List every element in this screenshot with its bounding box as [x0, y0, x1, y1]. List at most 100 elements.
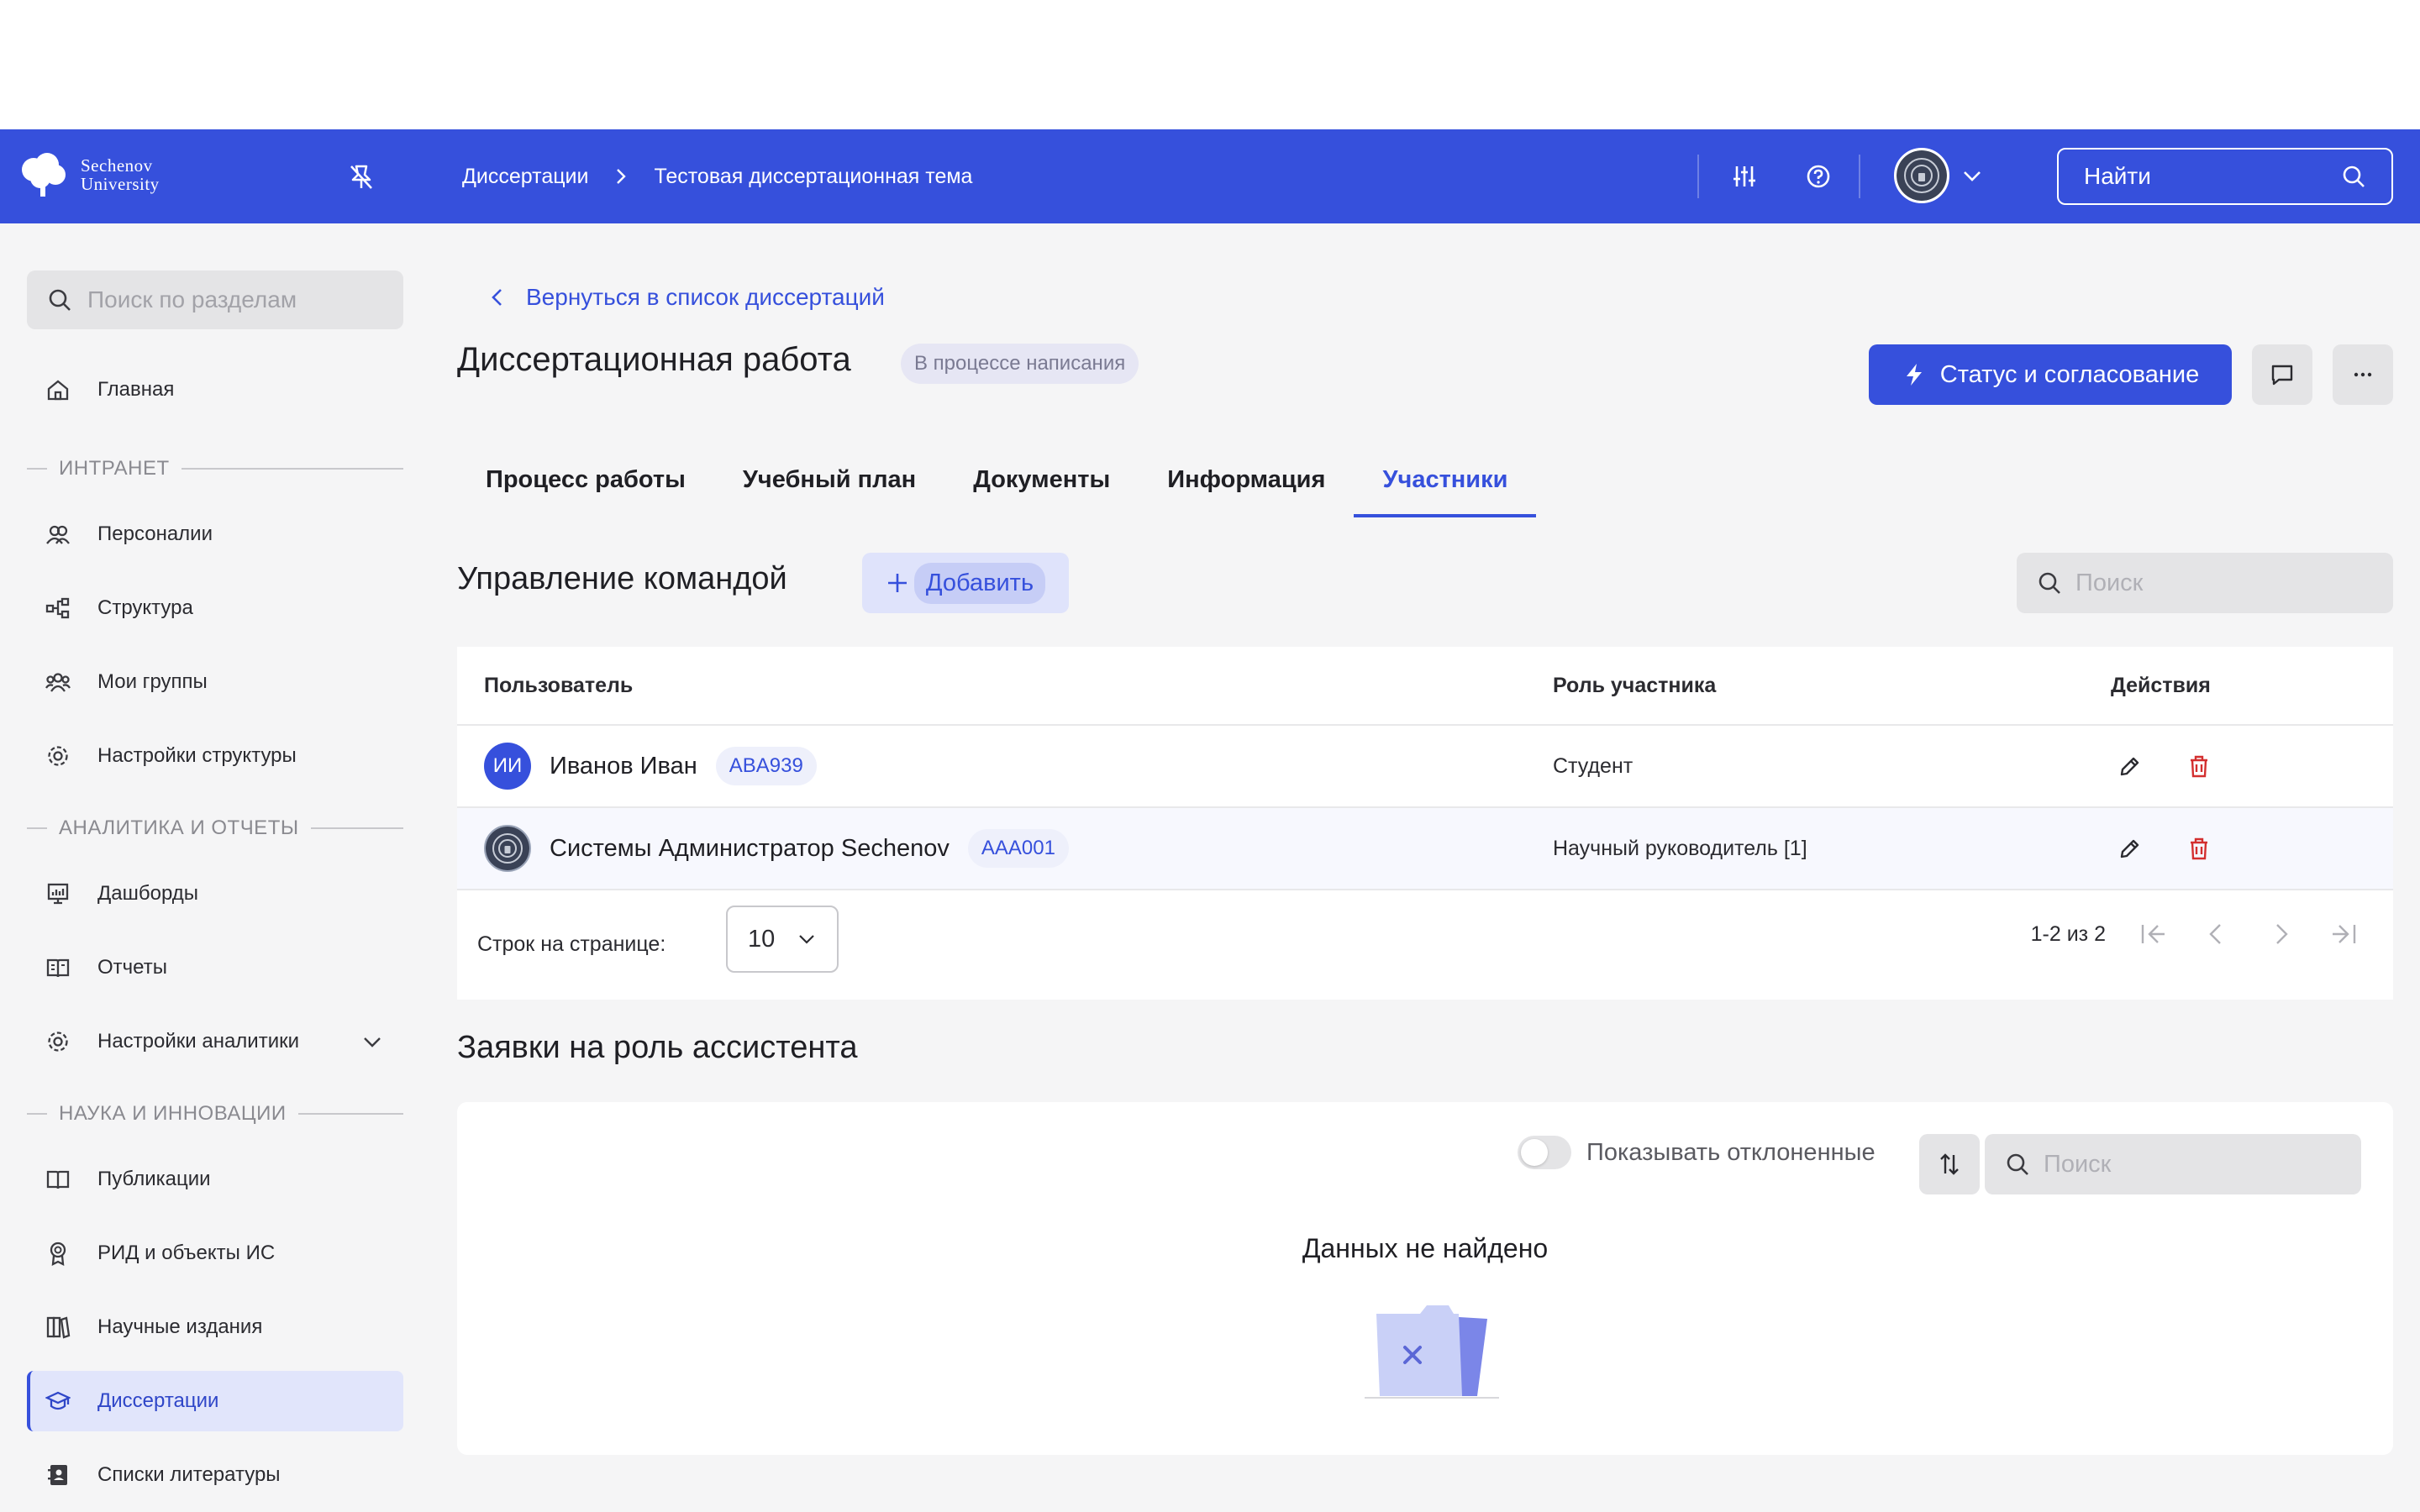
assistants-search-input[interactable]: Поиск — [1985, 1134, 2361, 1194]
tab-information[interactable]: Информация — [1139, 442, 1354, 517]
sidebar-item-my-groups[interactable]: Мои группы — [27, 652, 403, 712]
logo-line-2: University — [81, 174, 160, 194]
sidebar-item-structure[interactable]: Структура — [27, 578, 403, 638]
tab-study-plan[interactable]: Учебный план — [714, 442, 944, 517]
user-menu[interactable] — [1894, 148, 1983, 203]
next-page-icon[interactable] — [2265, 919, 2296, 949]
main-content: Вернуться в список диссертаций Диссертац… — [437, 223, 2420, 1512]
people-icon — [45, 522, 71, 547]
table-header: Пользователь Роль участника Действия — [457, 647, 2393, 726]
graduation-cap-icon — [45, 1389, 71, 1414]
sidebar-item-home[interactable]: Главная — [27, 360, 403, 420]
group-icon — [45, 669, 71, 695]
avatar: ИИ — [484, 743, 531, 790]
sidebar-section-title: АНАЛИТИКА И ОТЧЕТЫ — [59, 816, 299, 839]
sidebar-item-label: Научные издания — [97, 1315, 263, 1338]
first-page-icon[interactable] — [2138, 919, 2168, 949]
sidebar-item-persons[interactable]: Персоналии — [27, 504, 403, 564]
user-role: Студент — [1553, 753, 1634, 778]
rows-per-page-label: Строк на странице: — [477, 932, 666, 956]
sort-button[interactable] — [1919, 1134, 1980, 1194]
team-search-input[interactable]: Поиск — [2017, 553, 2393, 613]
back-link[interactable]: Вернуться в список диссертаций — [487, 284, 885, 311]
search-icon — [2343, 165, 2365, 187]
chevron-down-icon — [1964, 171, 1981, 181]
sidebar-item-dissertations[interactable]: Диссертации — [27, 1371, 403, 1431]
sidebar-item-label: Персоналии — [97, 522, 213, 545]
edit-icon[interactable] — [2118, 836, 2143, 861]
sidebar-item-ip-objects[interactable]: РИД и объекты ИС — [27, 1223, 403, 1284]
rows-per-page-select[interactable]: 10 — [726, 906, 839, 973]
user-role: Научный руководитель [1] — [1553, 836, 1807, 860]
sidebar-search-input[interactable]: Поиск по разделам — [27, 270, 403, 329]
sidebar-section-intranet: ИНТРАНЕТ — [27, 457, 403, 480]
sidebar-section-science: НАУКА И ИННОВАЦИИ — [27, 1102, 403, 1126]
sidebar-item-label: Списки литературы — [97, 1463, 281, 1486]
sidebar-item-label: Диссертации — [97, 1389, 219, 1412]
column-header-actions: Действия — [2111, 673, 2211, 697]
breadcrumb-item-topic[interactable]: Тестовая диссертационная тема — [654, 165, 972, 189]
add-participant-label: Добавить — [913, 562, 1046, 604]
sidebar-item-bibliography[interactable]: Списки литературы — [27, 1445, 403, 1505]
breadcrumb-item-dissertations[interactable]: Диссертации — [462, 165, 588, 189]
page-title: Диссертационная работа — [457, 341, 851, 378]
global-search-input[interactable]: Найти — [2057, 148, 2393, 205]
more-button[interactable] — [2333, 344, 2393, 405]
participants-table: Пользователь Роль участника Действия ИИ … — [457, 647, 2393, 1000]
award-icon — [45, 1241, 71, 1266]
user-code-badge: ABA939 — [715, 747, 817, 785]
edit-icon[interactable] — [2118, 753, 2143, 779]
sidebar-item-label: Отчеты — [97, 956, 167, 979]
column-header-role[interactable]: Роль участника — [1553, 674, 2084, 698]
status-badge: В процессе написания — [901, 344, 1139, 384]
help-icon[interactable] — [1800, 158, 1837, 195]
home-icon — [45, 377, 71, 402]
sidebar-item-journals[interactable]: Научные издания — [27, 1297, 403, 1357]
university-logo[interactable]: Sechenov University — [17, 151, 160, 198]
unpin-icon[interactable] — [345, 160, 378, 193]
comments-button[interactable] — [2252, 344, 2312, 405]
sidebar-item-analytics-settings[interactable]: Настройки аналитики — [27, 1011, 403, 1072]
global-search-label: Найти — [2084, 163, 2151, 189]
sidebar-item-label: РИД и объекты ИС — [97, 1242, 276, 1264]
structure-icon — [45, 596, 71, 621]
sort-icon — [1940, 1153, 1959, 1175]
tab-participants[interactable]: Участники — [1354, 442, 1537, 517]
sidebar-section-analytics: АНАЛИТИКА И ОТЧЕТЫ — [27, 816, 403, 840]
table-pagination: Строк на странице: 10 1-2 из 2 — [457, 890, 2393, 1000]
sidebar-search-placeholder: Поиск по разделам — [87, 286, 297, 312]
logo-line-1: Sechenov — [81, 155, 153, 176]
sidebar-item-structure-settings[interactable]: Настройки структуры — [27, 726, 403, 786]
top-blank-area — [0, 0, 2420, 129]
address-book-icon — [45, 1462, 71, 1488]
prev-page-icon[interactable] — [2202, 919, 2232, 949]
add-participant-button[interactable]: Добавить — [862, 553, 1069, 613]
trash-icon[interactable] — [2186, 753, 2212, 779]
lightning-icon — [1906, 364, 1922, 386]
tab-work-process[interactable]: Процесс работы — [457, 442, 714, 517]
status-approval-button[interactable]: Статус и согласование — [1869, 344, 2232, 405]
column-header-user[interactable]: Пользователь — [457, 674, 1553, 698]
team-search-placeholder: Поиск — [2075, 569, 2144, 596]
sidebar-section-title: ИНТРАНЕТ — [59, 457, 170, 480]
page-range: 1-2 из 2 — [2030, 921, 2106, 946]
sidebar-item-dashboards[interactable]: Дашборды — [27, 864, 403, 924]
sidebar-item-label: Главная — [97, 378, 175, 401]
user-name: Системы Администратор Sechenov — [550, 834, 950, 862]
toggle-switch[interactable] — [1518, 1136, 1571, 1169]
search-icon — [49, 289, 71, 311]
sidebar-item-label: Мои группы — [97, 670, 208, 693]
tree-logo-icon — [22, 153, 66, 197]
table-row[interactable]: ИИ Иванов Иван ABA939 Студент — [457, 726, 2393, 808]
plus-icon — [887, 574, 907, 592]
sidebar-item-publications[interactable]: Публикации — [27, 1149, 403, 1210]
last-page-icon[interactable] — [2329, 919, 2360, 949]
show-rejected-toggle[interactable]: Показывать отклоненные — [1518, 1136, 1876, 1169]
sidebar-item-reports[interactable]: Отчеты — [27, 937, 403, 998]
table-row[interactable]: Системы Администратор Sechenov AAA001 На… — [457, 808, 2393, 890]
book-icon — [45, 1167, 71, 1192]
filters-icon[interactable] — [1726, 158, 1763, 195]
avatar — [484, 825, 531, 872]
tab-documents[interactable]: Документы — [944, 442, 1139, 517]
trash-icon[interactable] — [2186, 836, 2212, 861]
